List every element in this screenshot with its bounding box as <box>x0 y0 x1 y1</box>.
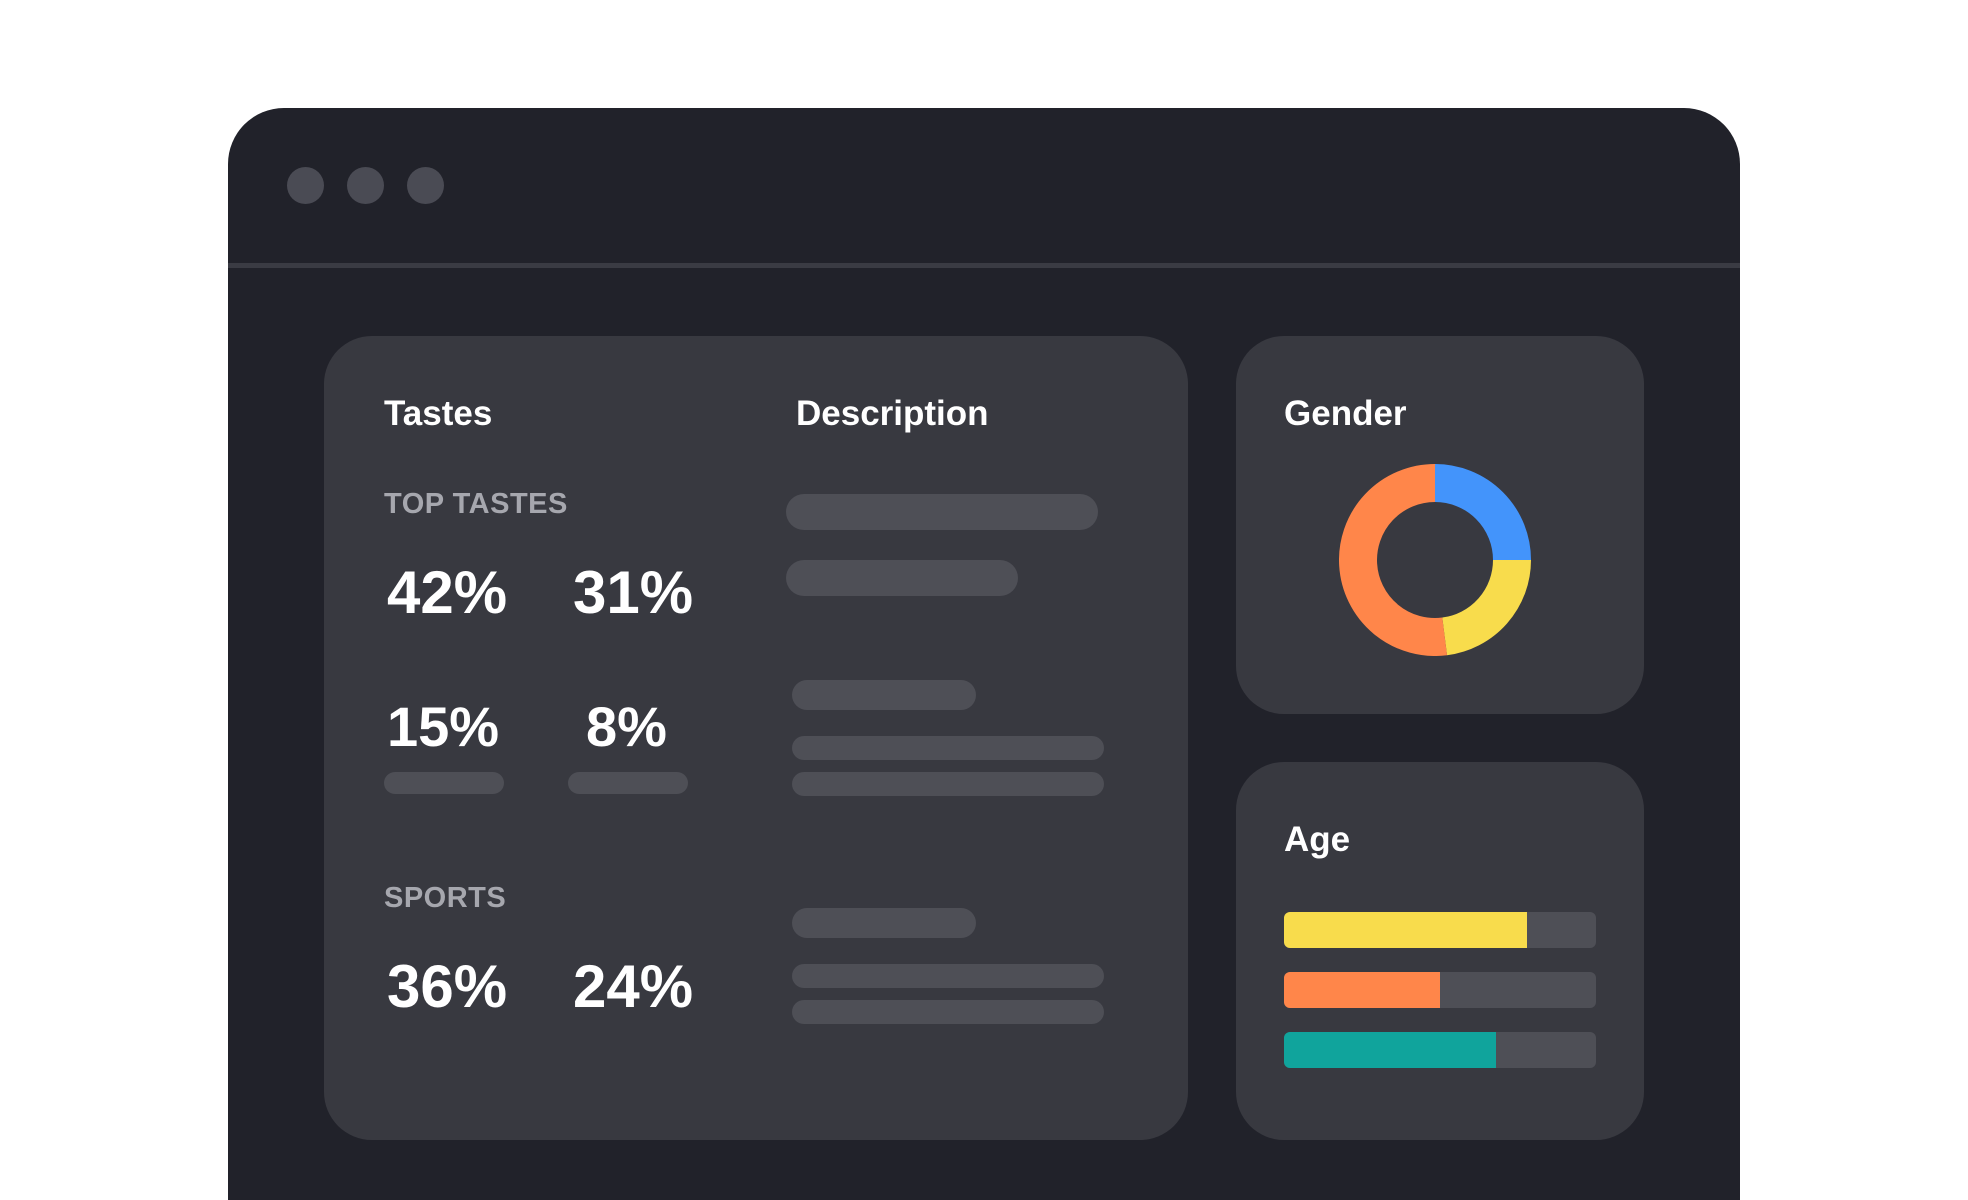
top-taste-value: 42% <box>387 560 507 626</box>
window-close-dot[interactable] <box>287 167 324 204</box>
taste-placeholder-bar <box>384 772 504 794</box>
age-bar-fill <box>1284 1032 1496 1068</box>
taste-placeholder-bar <box>568 772 688 794</box>
top-taste-value: 31% <box>573 560 693 626</box>
title-bar <box>228 108 1740 263</box>
age-card: Age <box>1236 762 1644 1140</box>
sport-value: 24% <box>573 954 693 1020</box>
description-placeholder-line <box>792 1000 1104 1024</box>
age-title: Age <box>1284 820 1350 860</box>
tastes-card: Tastes Description TOP TASTES 42% 31% 15… <box>324 336 1188 1140</box>
donut-slice <box>1445 560 1512 636</box>
window-minimize-dot[interactable] <box>347 167 384 204</box>
description-placeholder-line <box>786 560 1018 596</box>
description-placeholder-line <box>792 772 1104 796</box>
description-placeholder-line <box>786 494 1098 530</box>
description-heading: Description <box>796 394 989 434</box>
top-taste-value: 15% <box>387 694 499 760</box>
sport-value: 36% <box>387 954 507 1020</box>
top-taste-value: 8% <box>586 694 667 760</box>
age-bar-track <box>1284 972 1596 1008</box>
donut-slice <box>1435 483 1512 560</box>
donut-slice <box>1358 483 1445 637</box>
sports-label: SPORTS <box>384 882 506 914</box>
description-placeholder-line <box>792 736 1104 760</box>
description-placeholder-line <box>792 908 976 938</box>
description-placeholder-line <box>792 964 1104 988</box>
age-bar-fill <box>1284 912 1527 948</box>
title-divider <box>228 263 1740 268</box>
tastes-heading: Tastes <box>384 394 492 434</box>
description-placeholder-line <box>792 680 976 710</box>
age-bar-fill <box>1284 972 1440 1008</box>
window-maximize-dot[interactable] <box>407 167 444 204</box>
gender-donut-chart <box>1339 464 1531 656</box>
gender-title: Gender <box>1284 394 1407 434</box>
top-tastes-label: TOP TASTES <box>384 488 568 520</box>
age-bar-track <box>1284 1032 1596 1068</box>
age-bar-track <box>1284 912 1596 948</box>
app-window: Tastes Description TOP TASTES 42% 31% 15… <box>228 108 1740 1200</box>
gender-card: Gender <box>1236 336 1644 714</box>
